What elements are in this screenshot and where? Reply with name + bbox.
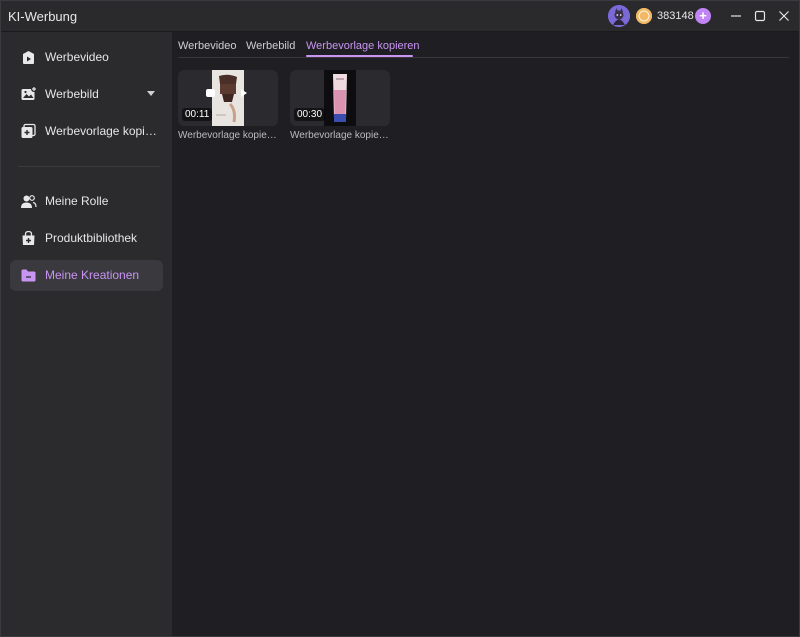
sidebar-item-werbevorlage-kopieren[interactable]: Werbevorlage kopieren [10, 116, 163, 147]
sidebar-item-meine-kreationen[interactable]: Meine Kreationen [10, 260, 163, 291]
sidebar-item-produktbibliothek[interactable]: Produktbibliothek [10, 223, 163, 254]
main-content: Werbevideo Werbebild Werbevorlage kopier… [172, 32, 800, 636]
minimize-button[interactable] [724, 5, 748, 27]
creation-title: Werbevorlage kopieren [178, 130, 278, 141]
tab-bar: Werbevideo Werbebild Werbevorlage kopier… [172, 32, 800, 58]
sidebar-divider [18, 166, 160, 167]
tab-divider [178, 57, 789, 58]
tab-werbevideo[interactable]: Werbevideo [178, 40, 237, 52]
video-duration: 00:11 [182, 108, 213, 121]
folder-icon [20, 267, 37, 284]
video-thumbnail[interactable]: 00:30 [290, 70, 390, 126]
users-icon [20, 193, 37, 210]
tab-werbevorlage-kopieren[interactable]: Werbevorlage kopieren [306, 40, 420, 52]
coin-balance: 383148 [657, 10, 694, 22]
video-duration: 00:30 [294, 108, 326, 121]
title-bar: KI-Werbung 383148 + [1, 1, 799, 32]
sidebar: Werbevideo Werbebild Werbevorlage kopier… [1, 32, 172, 636]
tab-werbebild[interactable]: Werbebild [246, 40, 295, 52]
add-coins-button[interactable]: + [695, 8, 711, 24]
video-thumbnail[interactable]: 00:11 [178, 70, 278, 126]
app-title: KI-Werbung [8, 9, 78, 24]
sidebar-item-werbevideo[interactable]: Werbevideo [10, 42, 163, 73]
sidebar-item-meine-rolle[interactable]: Meine Rolle [10, 186, 163, 217]
chevron-down-icon[interactable] [147, 91, 155, 96]
copy-template-icon [20, 123, 37, 140]
creation-title: Werbevorlage kopieren [290, 130, 390, 141]
video-add-icon [20, 49, 37, 66]
maximize-button[interactable] [748, 5, 772, 27]
image-add-icon [20, 86, 37, 103]
sidebar-item-werbebild[interactable]: Werbebild [10, 79, 163, 110]
app-window: KI-Werbung 383148 + Werbevideo Werbebild… [0, 0, 800, 637]
bag-add-icon [20, 230, 37, 247]
user-avatar[interactable] [608, 5, 630, 27]
close-button[interactable] [772, 5, 796, 27]
coin-icon [636, 8, 652, 24]
